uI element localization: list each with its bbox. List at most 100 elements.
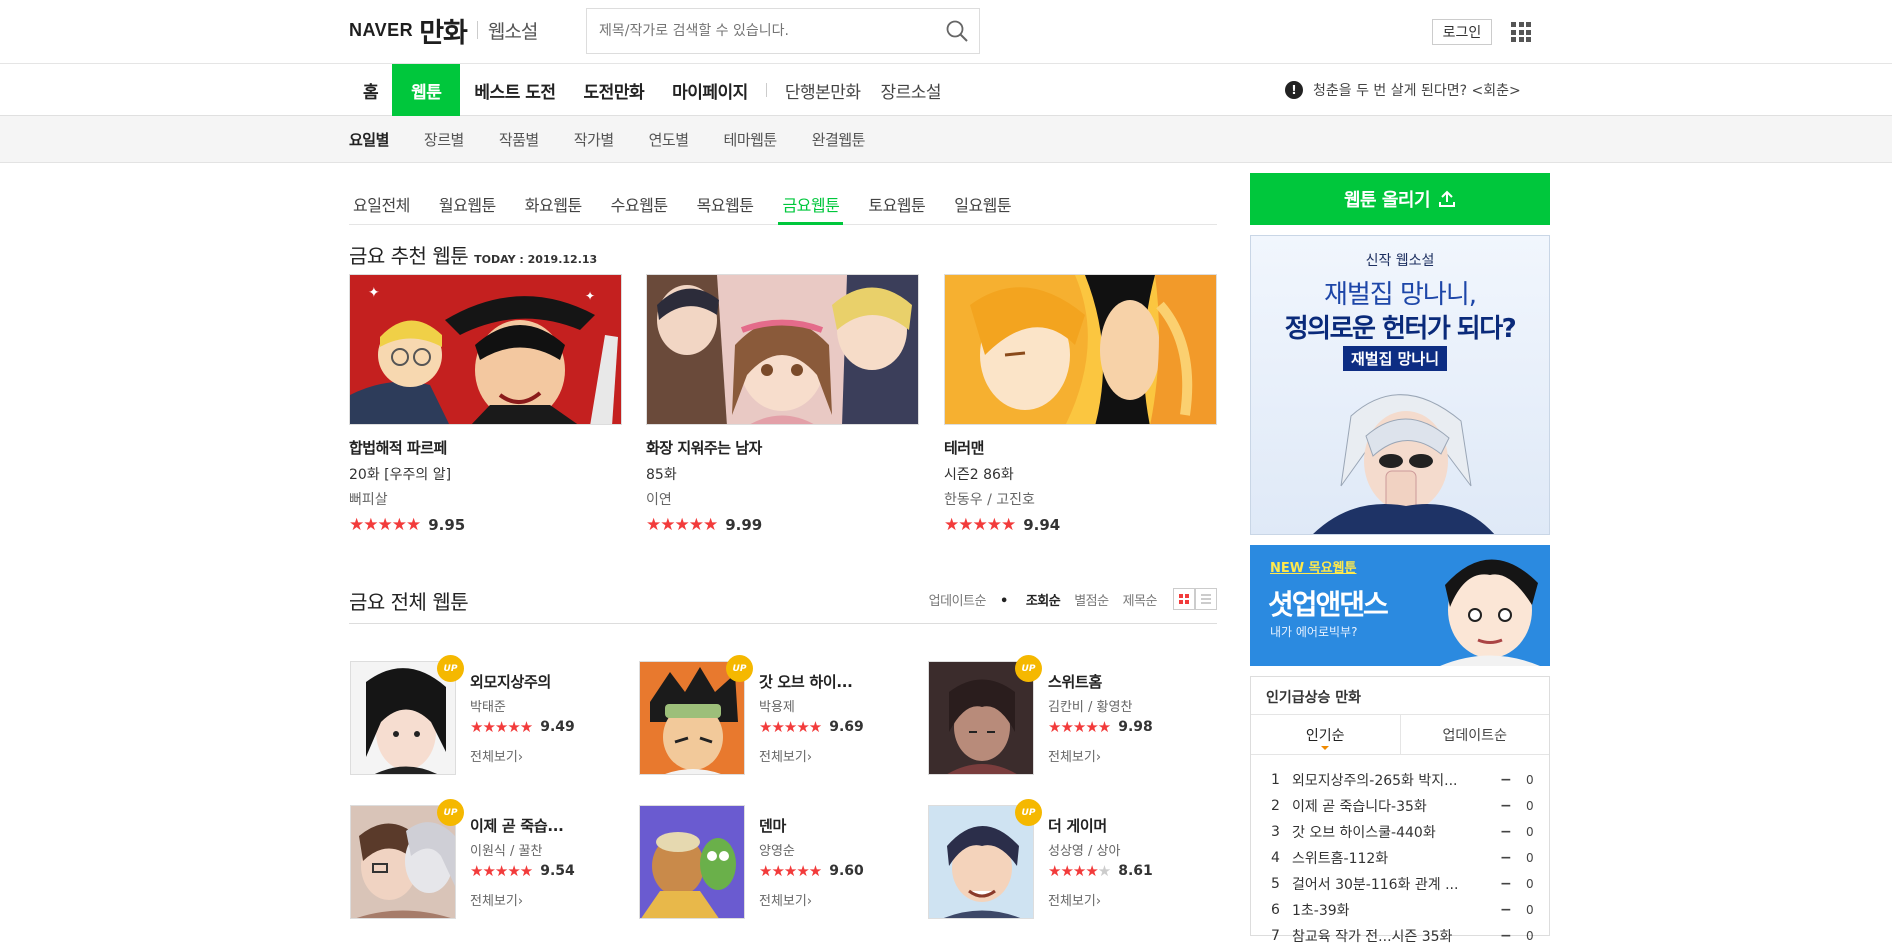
rank-row[interactable]: 1 외모지상주의-265화 박지... − 0 xyxy=(1271,767,1549,793)
rank-row[interactable]: 6 1초-39화 − 0 xyxy=(1271,897,1549,923)
list-item[interactable]: UP 스위트홈 김칸비 / 황영찬 ★★★★★ 9.98 전체보기› xyxy=(928,655,1178,776)
subnav-by-day[interactable]: 요일별 xyxy=(349,129,389,150)
tab-saturday[interactable]: 토요웹툰 xyxy=(864,183,929,225)
rank-name[interactable]: 걸어서 30분-116화 관계 ... xyxy=(1292,874,1500,894)
view-all-link[interactable]: 전체보기› xyxy=(759,890,864,909)
view-all-link[interactable]: 전체보기› xyxy=(759,746,864,765)
view-all-link[interactable]: 전체보기› xyxy=(1048,746,1153,765)
list-item[interactable]: UP 외모지상주의 박태준 ★★★★★ 9.49 전체보기› xyxy=(350,655,600,776)
item-title[interactable]: 외모지상주의 xyxy=(470,671,575,692)
card-title[interactable]: 화장 지워주는 남자 xyxy=(646,437,919,458)
card-author: 이연 xyxy=(646,492,672,508)
recommend-card[interactable]: ✦ ✦ 합법해적 파르페 20화 [우주의 알] 뻐피살 ★★★★★ 9.95 xyxy=(349,274,622,535)
subnav-by-author[interactable]: 작가별 xyxy=(574,129,614,150)
search-icon[interactable] xyxy=(945,19,969,43)
item-title[interactable]: 덴마 xyxy=(759,815,864,836)
nav-mypage[interactable]: 마이페이지 xyxy=(658,64,762,116)
view-all-link[interactable]: 전체보기› xyxy=(1048,890,1153,909)
up-badge: UP xyxy=(1015,655,1042,682)
item-title[interactable]: 스위트홈 xyxy=(1048,671,1153,692)
upload-webtoon-button[interactable]: 웹툰 올리기 xyxy=(1250,173,1550,225)
tab-tuesday[interactable]: 화요웹툰 xyxy=(521,183,586,225)
thumbnail[interactable] xyxy=(646,274,919,425)
sort-rating[interactable]: 별점순 xyxy=(1074,590,1109,609)
list-view-button[interactable] xyxy=(1195,588,1217,610)
tab-popular[interactable]: 인기순 xyxy=(1251,715,1400,754)
view-all-link[interactable]: 전체보기› xyxy=(470,746,575,765)
thumbnail[interactable] xyxy=(639,805,745,919)
rank-row[interactable]: 2 이제 곧 죽습니다-35화 − 0 xyxy=(1271,793,1549,819)
notice-text[interactable]: 청춘을 두 번 살게 된다면? <회춘> xyxy=(1313,80,1521,100)
up-badge: UP xyxy=(437,799,464,826)
rank-name[interactable]: 1초-39화 xyxy=(1292,900,1500,920)
recommend-title: 금요 추천 웹툰 TODAY : 2019.12.13 xyxy=(349,240,597,269)
tab-updated[interactable]: 업데이트순 xyxy=(1399,715,1550,754)
sort-title[interactable]: 제목순 xyxy=(1123,590,1158,609)
tab-wednesday[interactable]: 수요웹툰 xyxy=(607,183,672,225)
rank-row[interactable]: 3 갓 오브 하이스쿨-440화 − 0 xyxy=(1271,819,1549,845)
tab-all-days[interactable]: 요일전체 xyxy=(349,183,414,225)
tab-monday[interactable]: 월요웹툰 xyxy=(435,183,500,225)
recommend-card[interactable]: 화장 지워주는 남자 85화 이연 ★★★★★ 9.99 xyxy=(646,274,919,535)
rank-change: 0 xyxy=(1526,773,1534,787)
rank-name[interactable]: 이제 곧 죽습니다-35화 xyxy=(1292,796,1500,816)
banner-illustration xyxy=(1440,559,1540,666)
list-item[interactable]: UP 더 게이머 성상영 / 상아 ★★★★★ 8.61 전체보기› xyxy=(928,799,1178,920)
nav-home[interactable]: 홈 xyxy=(349,64,392,116)
nav-books[interactable]: 단행본만화 xyxy=(771,64,875,116)
rising-rank-box: 인기급상승 만화 인기순 업데이트순 1 외모지상주의-265화 박지... −… xyxy=(1250,676,1550,945)
item-author: 성상영 / 상아 xyxy=(1048,844,1121,859)
thumbnail[interactable]: ✦ ✦ xyxy=(349,274,622,425)
rank-change-icon: − xyxy=(1500,876,1512,892)
notice-banner[interactable]: ! 청춘을 두 번 살게 된다면? <회춘> xyxy=(1285,80,1521,100)
nav-best-challenge[interactable]: 베스트 도전 xyxy=(460,64,569,116)
banner-subtitle: 신작 웹소설 xyxy=(1365,253,1435,269)
rank-change: 0 xyxy=(1526,799,1534,813)
recommend-card[interactable]: 테러맨 시즌2 86화 한동우 / 고진호 ★★★★★ 9.94 xyxy=(944,274,1217,535)
tab-thursday[interactable]: 목요웹툰 xyxy=(693,183,758,225)
list-item[interactable]: UP 갓 오브 하이... 박용제 ★★★★★ 9.69 전체보기› xyxy=(639,655,889,776)
nav-challenge[interactable]: 도전만화 xyxy=(570,64,659,116)
tab-friday[interactable]: 금요웹툰 xyxy=(778,183,844,225)
subnav-by-genre[interactable]: 장르별 xyxy=(424,129,464,150)
rank-name[interactable]: 참교육 작가 전...시즌 35화 xyxy=(1292,926,1500,946)
webnovel-ad-banner[interactable]: 신작 웹소설 재벌집 망나니, 정의로운 헌터가 되다? 재벌집 망나니 xyxy=(1250,235,1550,535)
nav-webtoon[interactable]: 웹툰 xyxy=(392,64,461,116)
banner-subtitle: 내가 에어로빅부? xyxy=(1270,625,1358,639)
apps-grid-icon[interactable] xyxy=(1511,22,1531,42)
rank-name[interactable]: 갓 오브 하이스쿨-440화 xyxy=(1292,822,1500,842)
rank-row[interactable]: 7 참교육 작가 전...시즌 35화 − 0 xyxy=(1271,923,1549,949)
logo[interactable]: NAVER 만화 웹소설 xyxy=(349,14,538,49)
nav-genre-novel[interactable]: 장르소설 xyxy=(875,64,956,116)
rank-row[interactable]: 4 스위트홈-112화 − 0 xyxy=(1271,845,1549,871)
sort-update[interactable]: 업데이트순 xyxy=(929,590,987,609)
subnav-completed[interactable]: 완결웹툰 xyxy=(812,129,866,150)
rank-number: 2 xyxy=(1271,798,1280,814)
subnav-theme[interactable]: 테마웹툰 xyxy=(724,129,778,150)
rating-value: 9.69 xyxy=(829,719,864,735)
rank-name[interactable]: 스위트홈-112화 xyxy=(1292,848,1500,868)
login-button[interactable]: 로그인 xyxy=(1432,19,1492,45)
list-item[interactable]: UP 이제 곧 죽습... 이원식 / 꿀찬 ★★★★★ 9.54 전체보기› xyxy=(350,799,600,920)
rank-row[interactable]: 5 걸어서 30분-116화 관계 ... − 0 xyxy=(1271,871,1549,897)
tab-sunday[interactable]: 일요웹툰 xyxy=(950,183,1015,225)
card-title[interactable]: 합법해적 파르페 xyxy=(349,437,622,458)
item-title[interactable]: 갓 오브 하이... xyxy=(759,671,864,692)
card-title[interactable]: 테러맨 xyxy=(944,437,1217,458)
item-title[interactable]: 더 게이머 xyxy=(1048,815,1153,836)
item-title[interactable]: 이제 곧 죽습... xyxy=(470,815,575,836)
rank-name[interactable]: 외모지상주의-265화 박지... xyxy=(1292,770,1500,790)
subnav-by-title[interactable]: 작품별 xyxy=(499,129,539,150)
sort-views[interactable]: • 조회순 xyxy=(1000,590,1061,609)
manhwa-logo[interactable]: 만화 xyxy=(419,11,468,50)
search-input[interactable] xyxy=(587,9,927,53)
webnovel-link[interactable]: 웹소설 xyxy=(488,17,538,44)
thumbnail[interactable] xyxy=(944,274,1217,425)
subnav-by-year[interactable]: 연도별 xyxy=(649,129,689,150)
new-webtoon-banner[interactable]: NEW 목요웹툰 셧업앤댄스 내가 에어로빅부? xyxy=(1250,545,1550,666)
list-item[interactable]: 덴마 양영순 ★★★★★ 9.60 전체보기› xyxy=(639,805,889,920)
grid-view-button[interactable] xyxy=(1173,588,1195,610)
naver-logo[interactable]: NAVER xyxy=(349,20,413,41)
view-all-label: 전체보기 xyxy=(759,750,807,765)
view-all-link[interactable]: 전체보기› xyxy=(470,890,575,909)
